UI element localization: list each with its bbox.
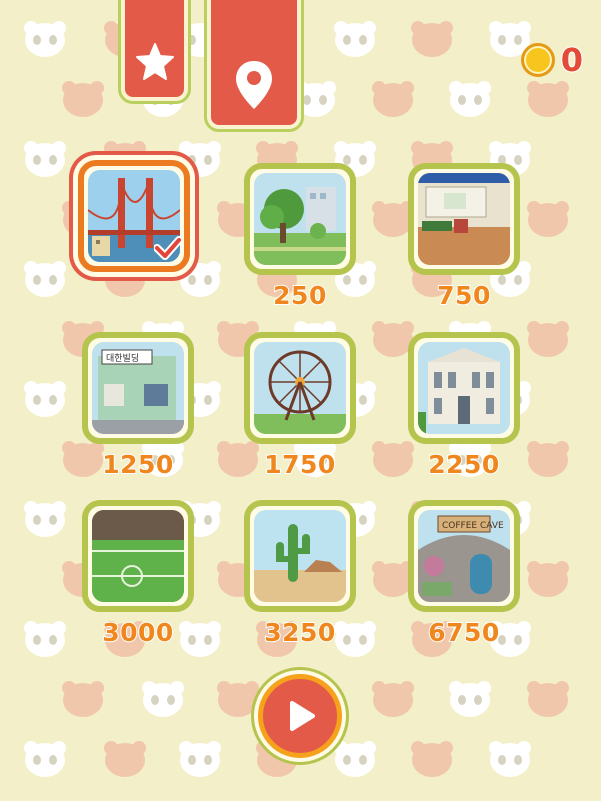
play-icon [290,701,315,731]
level-market-stall[interactable] [408,163,520,275]
level-park[interactable] [244,163,356,275]
level-desert[interactable] [244,500,356,612]
level-ferris-wheel[interactable] [244,332,356,444]
level-price: 2250 [427,449,500,480]
level-golden-gate[interactable] [78,160,190,272]
coin-icon [520,43,555,77]
svg-text:대한빌딩: 대한빌딩 [106,353,139,364]
locations-tab[interactable] [204,0,304,132]
svg-text:COFFEE CAVE: COFFEE CAVE [442,521,504,531]
coin-counter: 0 [520,40,584,80]
level-price: 1750 [263,449,336,480]
checkmark-icon [153,236,183,264]
level-museum[interactable] [408,332,520,444]
cafe-scene-icon: COFFEE CAVE [418,510,510,602]
favorites-tab[interactable] [118,0,191,104]
star-icon [135,43,174,80]
play-button[interactable] [258,674,342,758]
level-price: 3250 [263,617,336,648]
level-korean-building[interactable]: 대한빌딩 [82,332,194,444]
level-coffee-cave[interactable]: COFFEE CAVE [408,500,520,612]
level-price: 750 [436,280,491,311]
desert-scene-icon [254,510,346,602]
museum-scene-icon [418,342,510,434]
building-scene-icon: 대한빌딩 [92,342,184,434]
ferris-scene-icon [254,342,346,434]
level-price: 6750 [427,617,500,648]
stadium-scene-icon [92,510,184,602]
stall-scene-icon [418,173,510,265]
level-price: 1250 [101,449,174,480]
level-price: 250 [272,280,327,311]
park-scene-icon [254,173,346,265]
map-pin-icon [236,61,272,109]
coin-count: 0 [560,40,584,80]
level-price: 3000 [101,617,174,648]
level-stadium[interactable] [82,500,194,612]
